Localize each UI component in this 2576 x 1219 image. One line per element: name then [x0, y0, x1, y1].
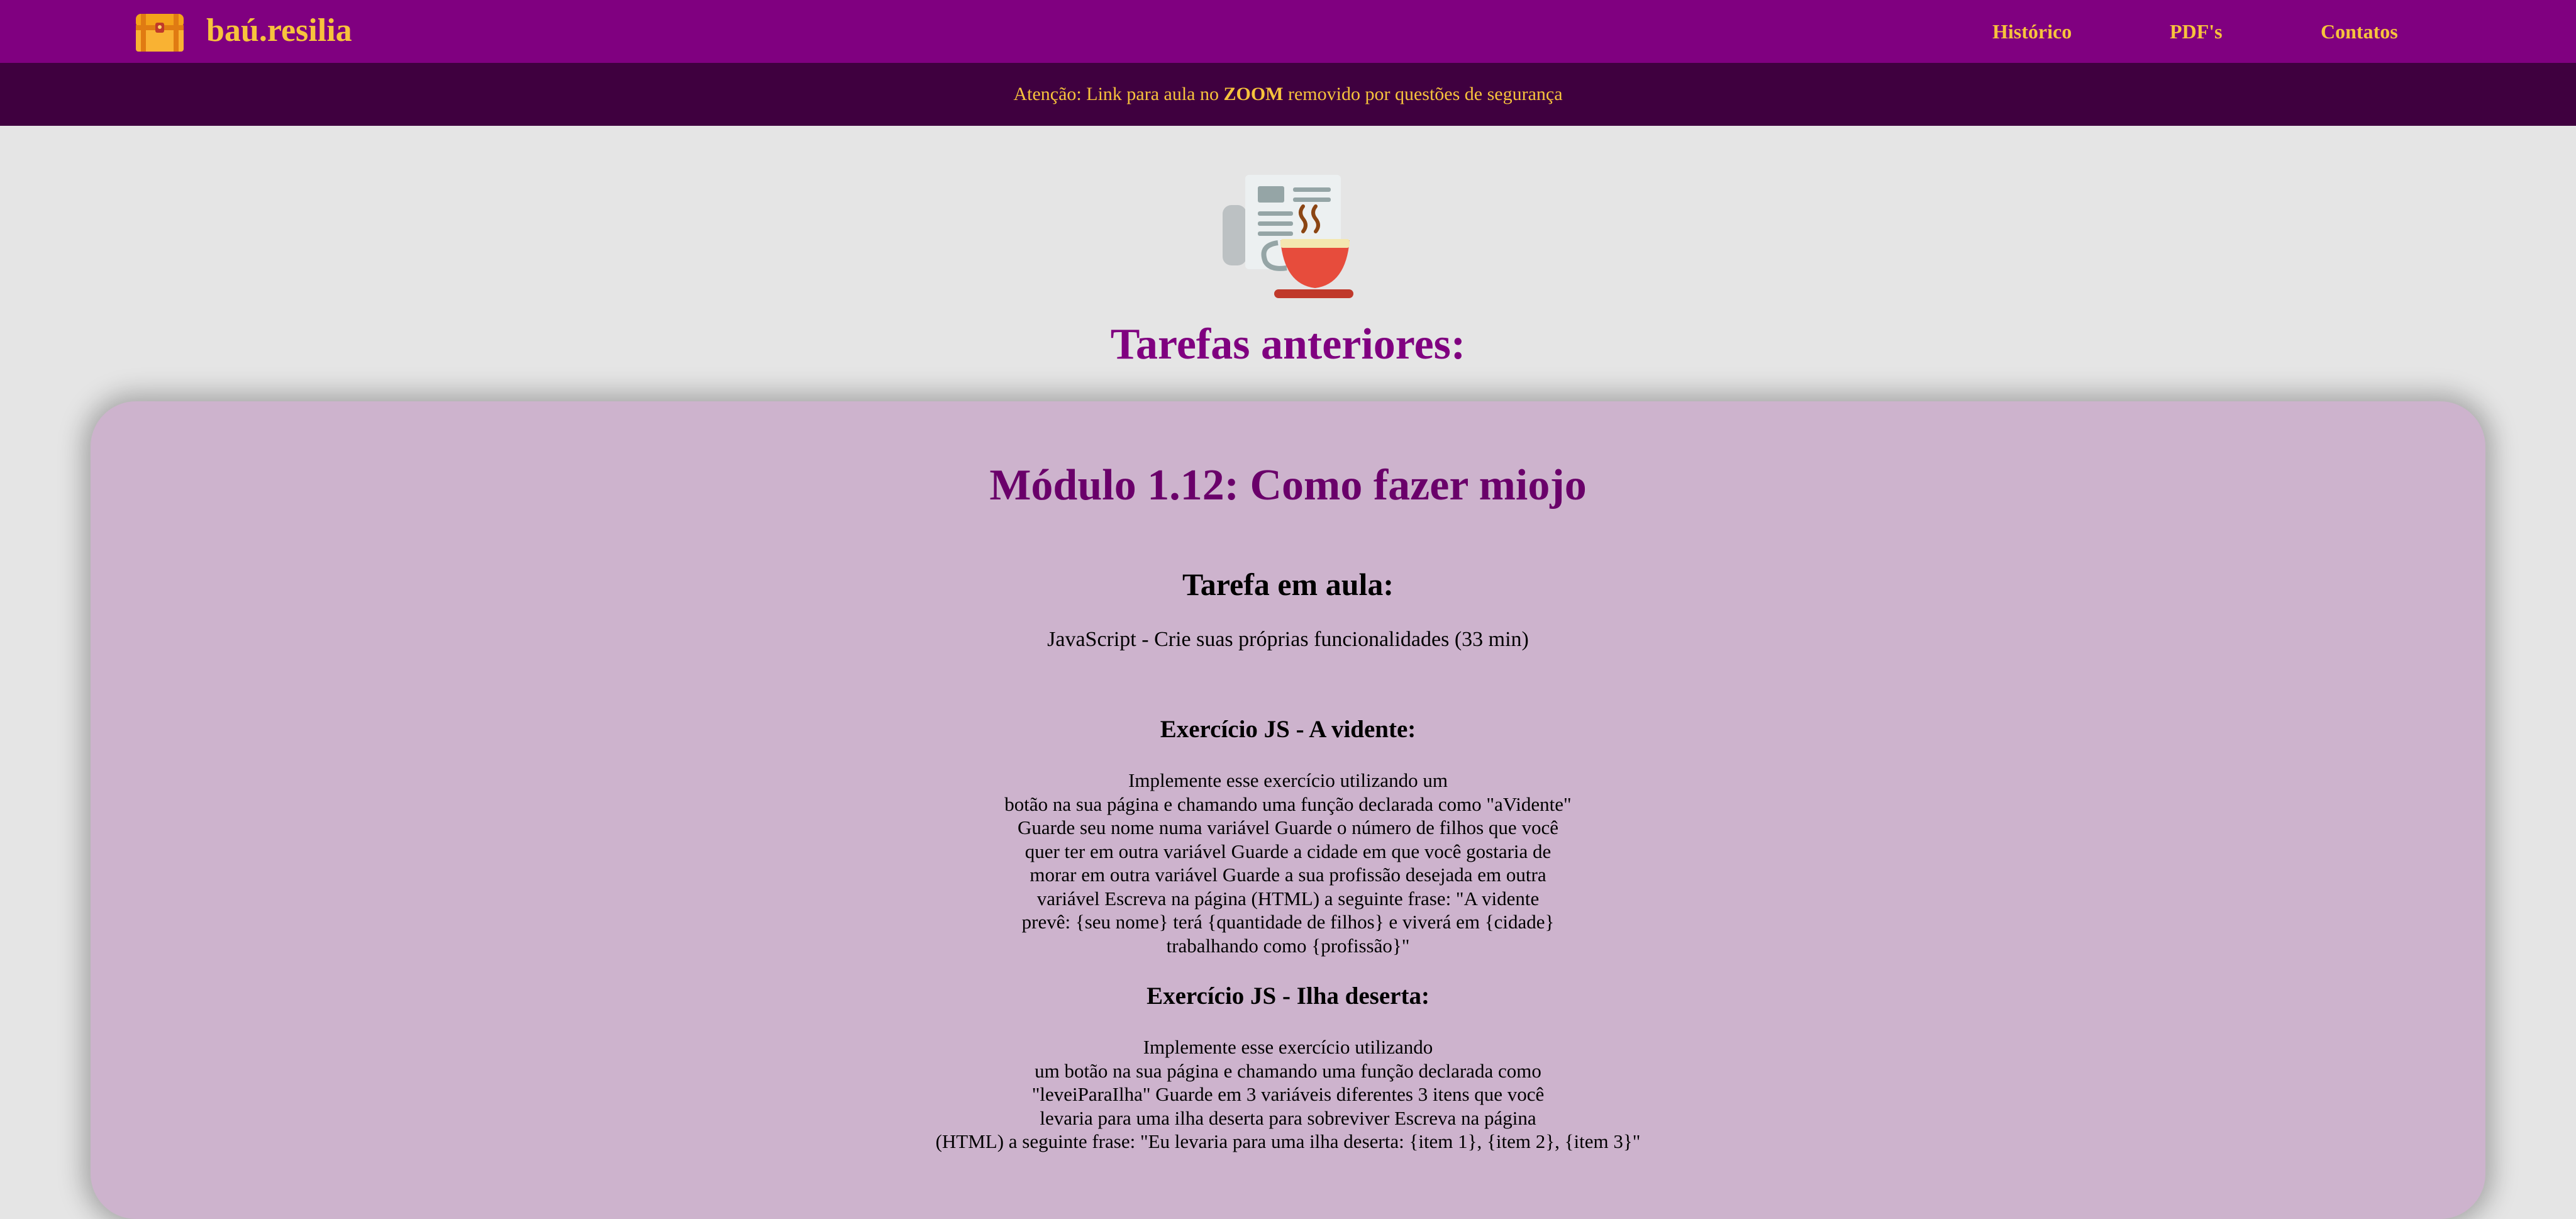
alert-message: Atenção: Link para aula no ZOOM removido…: [1013, 83, 1562, 106]
exercise-line: um botão na sua página e chamando uma fu…: [1035, 1059, 1541, 1082]
newspaper-coffee-icon: [1223, 175, 1353, 298]
exercise-line: Implemente esse exercício utilizando um: [1128, 769, 1448, 791]
exercise-line: Guarde seu nome numa variável Guarde o n…: [1018, 816, 1558, 838]
exercise-title-ilha: Exercício JS - Ilha deserta:: [1146, 982, 1430, 1010]
nav-link-contatos[interactable]: Contatos: [2321, 19, 2398, 44]
page-title: Tarefas anteriores:: [1110, 320, 1466, 369]
exercise-title-vidente: Exercício JS - A vidente:: [1160, 716, 1416, 743]
nav-link-pdfs[interactable]: PDF's: [2170, 19, 2223, 44]
exercise-line: "leveiParaIlha" Guarde em 3 variáveis di…: [1031, 1083, 1545, 1105]
exercise-line: quer ter em outra variável Guarde a cida…: [1024, 840, 1552, 862]
exercise-line: Implemente esse exercício utilizando: [1143, 1036, 1433, 1058]
alert-highlight: ZOOM: [1223, 84, 1284, 104]
task-description: JavaScript - Crie suas próprias funciona…: [1047, 628, 1529, 651]
top-navbar: baú.resilia Histórico PDF's Contatos: [0, 0, 2576, 63]
exercise-line: variável Escreva na página (HTML) a segu…: [1036, 887, 1540, 910]
exercise-line: prevê: {seu nome} terá {quantidade de fi…: [1021, 911, 1555, 933]
alert-bar: Atenção: Link para aula no ZOOM removido…: [0, 63, 2576, 126]
exercise-line: botão na sua página e chamando uma funçã…: [1004, 793, 1572, 815]
brand-name[interactable]: baú.resilia: [206, 10, 352, 52]
nav-link-historico[interactable]: Histórico: [1992, 19, 2072, 44]
task-heading: Tarefa em aula:: [1182, 567, 1394, 602]
exercise-line: trabalhando como {profissão}": [1166, 934, 1410, 957]
module-title: Módulo 1.12: Como fazer miojo: [989, 461, 1587, 509]
treasure-chest-icon[interactable]: [135, 11, 185, 53]
alert-suffix: removido por questões de segurança: [1283, 84, 1563, 104]
exercise-body-ilha: Implemente esse exercício utilizando um …: [0, 1035, 2576, 1154]
exercise-line: morar em outra variável Guarde a sua pro…: [1030, 864, 1546, 886]
exercise-line: (HTML) a seguinte frase: "Eu levaria par…: [935, 1130, 1641, 1152]
exercise-body-vidente: Implemente esse exercício utilizando um …: [0, 769, 2576, 957]
exercise-line: levaria para uma ilha deserta para sobre…: [1040, 1106, 1536, 1129]
alert-prefix: Atenção: Link para aula no: [1013, 84, 1224, 104]
